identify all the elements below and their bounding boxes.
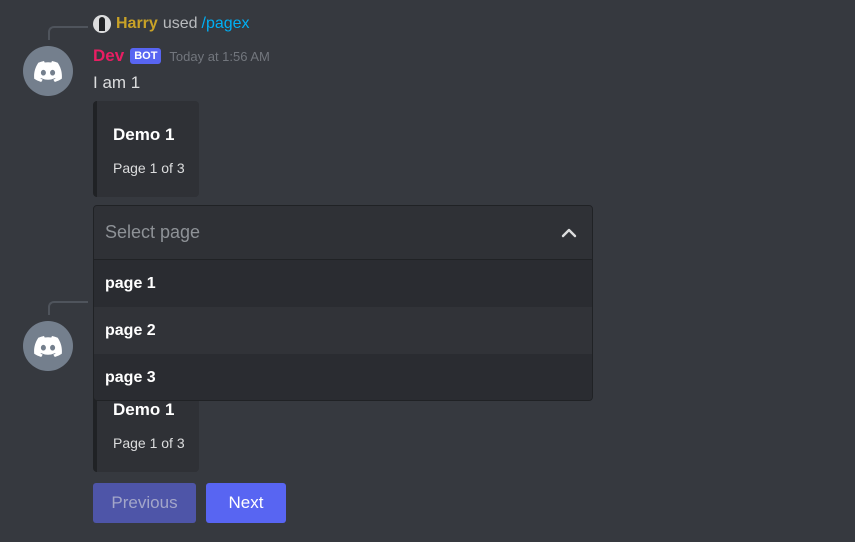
embed-title: Demo 1 xyxy=(113,400,175,419)
reply-reference[interactable]: Harry used /pagex xyxy=(93,15,250,33)
discord-logo-icon xyxy=(34,335,62,357)
select-option-page-2[interactable]: page 2 xyxy=(94,307,592,354)
previous-button[interactable]: Previous xyxy=(93,483,196,523)
reply-username[interactable]: Harry xyxy=(116,15,158,33)
discord-logo-icon xyxy=(34,60,62,82)
select-placeholder: Select page xyxy=(105,222,201,242)
reply-used-text: used xyxy=(162,15,198,32)
bot-avatar[interactable] xyxy=(23,46,73,96)
bot-tag: BOT xyxy=(130,48,162,64)
embed-description: Page 1 of 3 xyxy=(113,160,185,176)
author-name[interactable]: Dev xyxy=(93,46,124,66)
reply-connector-line xyxy=(48,301,88,315)
slash-command[interactable]: /pagex xyxy=(202,15,250,33)
page-select-menu[interactable]: Select page page 1 page 2 page 3 xyxy=(93,205,593,401)
message-content: I am 1 xyxy=(93,73,141,92)
select-option-page-1[interactable]: page 1 xyxy=(94,260,592,307)
embed-title: Demo 1 xyxy=(113,125,175,144)
next-button[interactable]: Next xyxy=(206,483,286,523)
user-avatar-icon xyxy=(93,15,111,33)
select-trigger[interactable]: Select page xyxy=(94,206,592,260)
reply-connector-line xyxy=(48,26,88,40)
chevron-up-icon[interactable] xyxy=(560,224,578,242)
message-header: Dev BOT Today at 1:56 AM xyxy=(93,46,270,66)
bot-avatar[interactable] xyxy=(23,321,73,371)
embed: Demo 1 Page 1 of 3 xyxy=(93,101,199,197)
select-option-page-3[interactable]: page 3 xyxy=(94,354,592,400)
embed-description: Page 1 of 3 xyxy=(113,435,185,451)
timestamp: Today at 1:56 AM xyxy=(169,48,270,64)
